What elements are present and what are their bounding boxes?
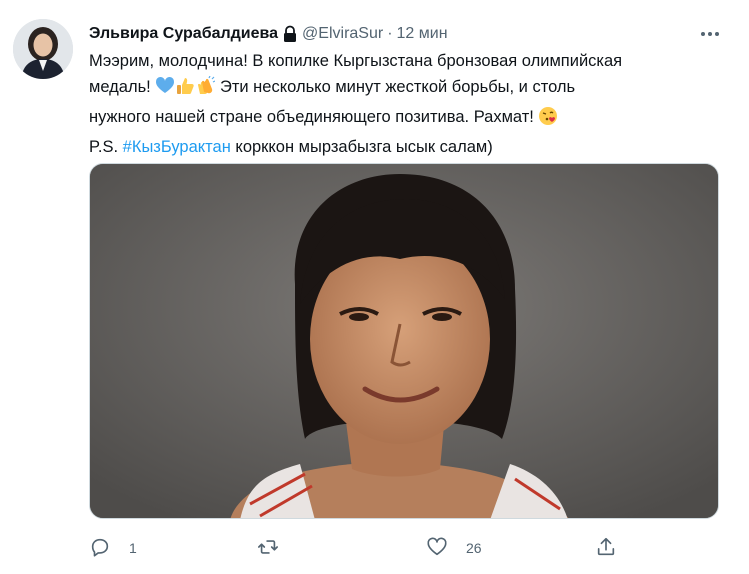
avatar[interactable] [13, 19, 73, 79]
thumbs-up-icon [175, 76, 195, 104]
photo-image [90, 164, 718, 518]
share-button[interactable] [595, 532, 617, 564]
tweet-text-segment: нужного нашей стране объединяющего позит… [89, 108, 534, 126]
hashtag-link[interactable]: #КызБурактан [123, 138, 231, 156]
clapping-hands-icon [195, 75, 216, 104]
retweet-icon [257, 536, 279, 561]
author-name[interactable]: Эльвира Сурабалдиева [89, 25, 278, 43]
share-icon [595, 536, 617, 561]
tweet-text-segment: P.S. [89, 138, 119, 156]
tweet-text-segment: медаль! [89, 78, 151, 96]
avatar-image [13, 19, 73, 79]
tweet-text-line-4: P.S. #КызБурактан корккон мырзабызга ысы… [89, 134, 729, 160]
face-blowing-kiss-icon [538, 106, 558, 134]
more-icon[interactable] [697, 21, 723, 47]
like-button[interactable]: 26 [426, 532, 482, 564]
tweet-text-line-2: медаль! Эти несколько минут жесткой борь… [89, 74, 729, 104]
retweet-button[interactable] [257, 532, 297, 564]
author-handle[interactable]: @ElviraSur [302, 25, 383, 43]
separator-dot: · [387, 25, 393, 42]
lock-icon [282, 25, 298, 43]
tweet-text-line-3: нужного нашей стране объединяющего позит… [89, 104, 729, 134]
blue-heart-icon [155, 76, 175, 104]
tweet-actions: 1 26 [89, 532, 729, 564]
reply-button[interactable]: 1 [89, 532, 137, 564]
heart-icon [426, 536, 448, 561]
tweet-text-line-1: Мээрим, молодчина! В копилке Кыргызстана… [89, 52, 623, 70]
reply-count: 1 [129, 540, 137, 556]
tweet-header: Эльвира Сурабалдиева @ElviraSur · 12 мин [89, 22, 448, 46]
tweet-text: Мээрим, молодчина! В копилке Кыргызстана… [89, 48, 729, 160]
tweet-card[interactable]: Эльвира Сурабалдиева @ElviraSur · 12 мин… [0, 0, 749, 574]
tweet-timestamp[interactable]: 12 мин [397, 25, 448, 43]
tweet-text-segment: корккон мырзабызга ысык салам) [235, 138, 493, 156]
tweet-text-segment: Эти несколько минут жесткой борьбы, и ст… [219, 78, 576, 96]
like-count: 26 [466, 540, 482, 556]
tweet-photo[interactable] [89, 163, 719, 519]
reply-icon [89, 536, 111, 561]
